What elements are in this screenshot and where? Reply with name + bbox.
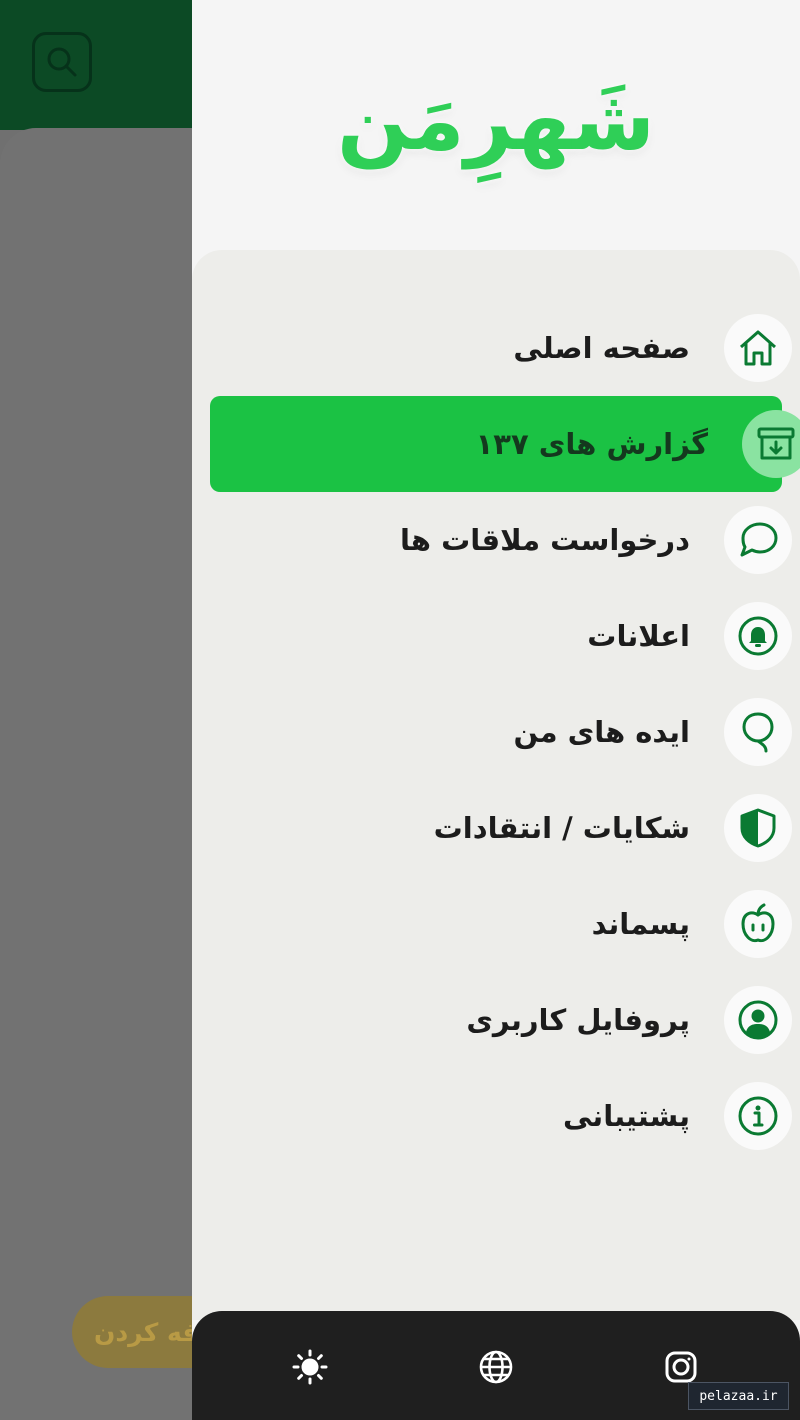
menu-item-label: ایده های من <box>513 715 690 749</box>
search-icon <box>47 47 77 77</box>
menu-item-reports[interactable]: گزارش های ۱۳۷ <box>210 396 800 492</box>
navigation-drawer: شَهرِمَن صفحه اصلی گزارش های ۱۳۷ درخواست… <box>192 0 800 1420</box>
logo-area: شَهرِمَن <box>192 0 800 250</box>
menu-item-meeting-requests[interactable]: درخواست ملاقات ها <box>210 492 792 588</box>
apple-icon <box>741 903 775 943</box>
menu-item-notifications[interactable]: اعلانات <box>210 588 792 684</box>
info-icon <box>738 1096 778 1136</box>
shield-icon <box>740 808 776 848</box>
watermark: pelazaa.ir <box>688 1382 789 1410</box>
menu-item-home[interactable]: صفحه اصلی <box>210 300 792 396</box>
theme-toggle-button[interactable] <box>292 1349 328 1385</box>
balloon-icon <box>742 712 774 753</box>
menu-item-label: اعلانات <box>587 619 690 653</box>
menu-item-label: پشتیبانی <box>562 1099 690 1133</box>
instagram-icon <box>665 1351 697 1383</box>
home-icon <box>740 330 776 366</box>
bell-icon <box>738 616 778 656</box>
menu-item-waste[interactable]: پسماند <box>210 876 792 972</box>
menu-panel: صفحه اصلی گزارش های ۱۳۷ درخواست ملاقات ه… <box>192 250 800 1320</box>
search-button[interactable] <box>32 32 92 92</box>
app-logo: شَهرِمَن <box>337 71 655 169</box>
menu-item-label: گزارش های ۱۳۷ <box>475 427 708 461</box>
menu-item-support[interactable]: پشتیبانی <box>210 1068 792 1164</box>
instagram-button[interactable] <box>663 1349 699 1385</box>
menu-item-complaints[interactable]: شکایات / انتقادات <box>210 780 792 876</box>
language-button[interactable] <box>478 1349 514 1385</box>
chat-bubble-icon <box>740 522 778 557</box>
globe-icon <box>479 1350 513 1384</box>
menu-item-label: شکایات / انتقادات <box>433 811 690 845</box>
menu-item-label: صفحه اصلی <box>513 331 690 365</box>
menu-item-my-ideas[interactable]: ایده های من <box>210 684 792 780</box>
archive-download-icon <box>757 427 795 460</box>
sun-icon <box>292 1349 328 1385</box>
user-circle-icon <box>738 1000 778 1040</box>
menu-item-user-profile[interactable]: پروفایل کاربری <box>210 972 792 1068</box>
menu-item-label: پروفایل کاربری <box>466 1003 690 1037</box>
menu-item-label: پسماند <box>591 907 690 941</box>
menu-item-label: درخواست ملاقات ها <box>400 523 690 557</box>
